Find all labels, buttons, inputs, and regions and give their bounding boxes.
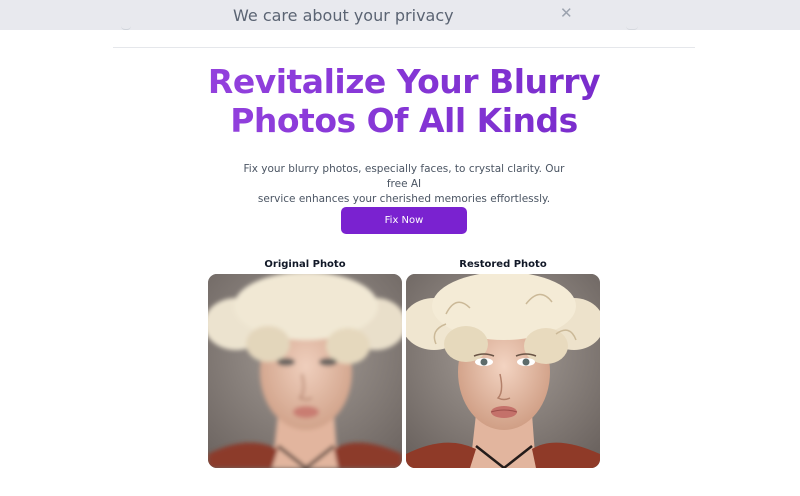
description-line-2: service enhances your cherished memories…: [257, 193, 551, 205]
hero-description: Fix your blurry photos, especially faces…: [240, 162, 568, 207]
original-photo-label: Original Photo: [264, 259, 346, 270]
close-icon[interactable]: ✕: [560, 4, 573, 22]
privacy-title: We care about your privacy: [233, 6, 454, 25]
original-photo: [208, 274, 402, 468]
portrait-image: [208, 274, 402, 468]
privacy-banner: We care about your privacy ✕: [0, 0, 800, 30]
restored-photo-label: Restored Photo: [459, 259, 547, 270]
fix-now-button[interactable]: Fix Now: [341, 207, 467, 234]
headline-line-1: Revitalize Your Blurry: [207, 62, 601, 101]
portrait-image-restored: [406, 274, 600, 468]
hero-headline: Revitalize Your Blurry Photos Of All Kin…: [0, 62, 800, 140]
headline-line-2: Photos Of All Kinds: [230, 101, 578, 140]
description-line-1: Fix your blurry photos, especially faces…: [243, 163, 565, 190]
restored-photo: [406, 274, 600, 468]
header-divider: [113, 47, 695, 48]
